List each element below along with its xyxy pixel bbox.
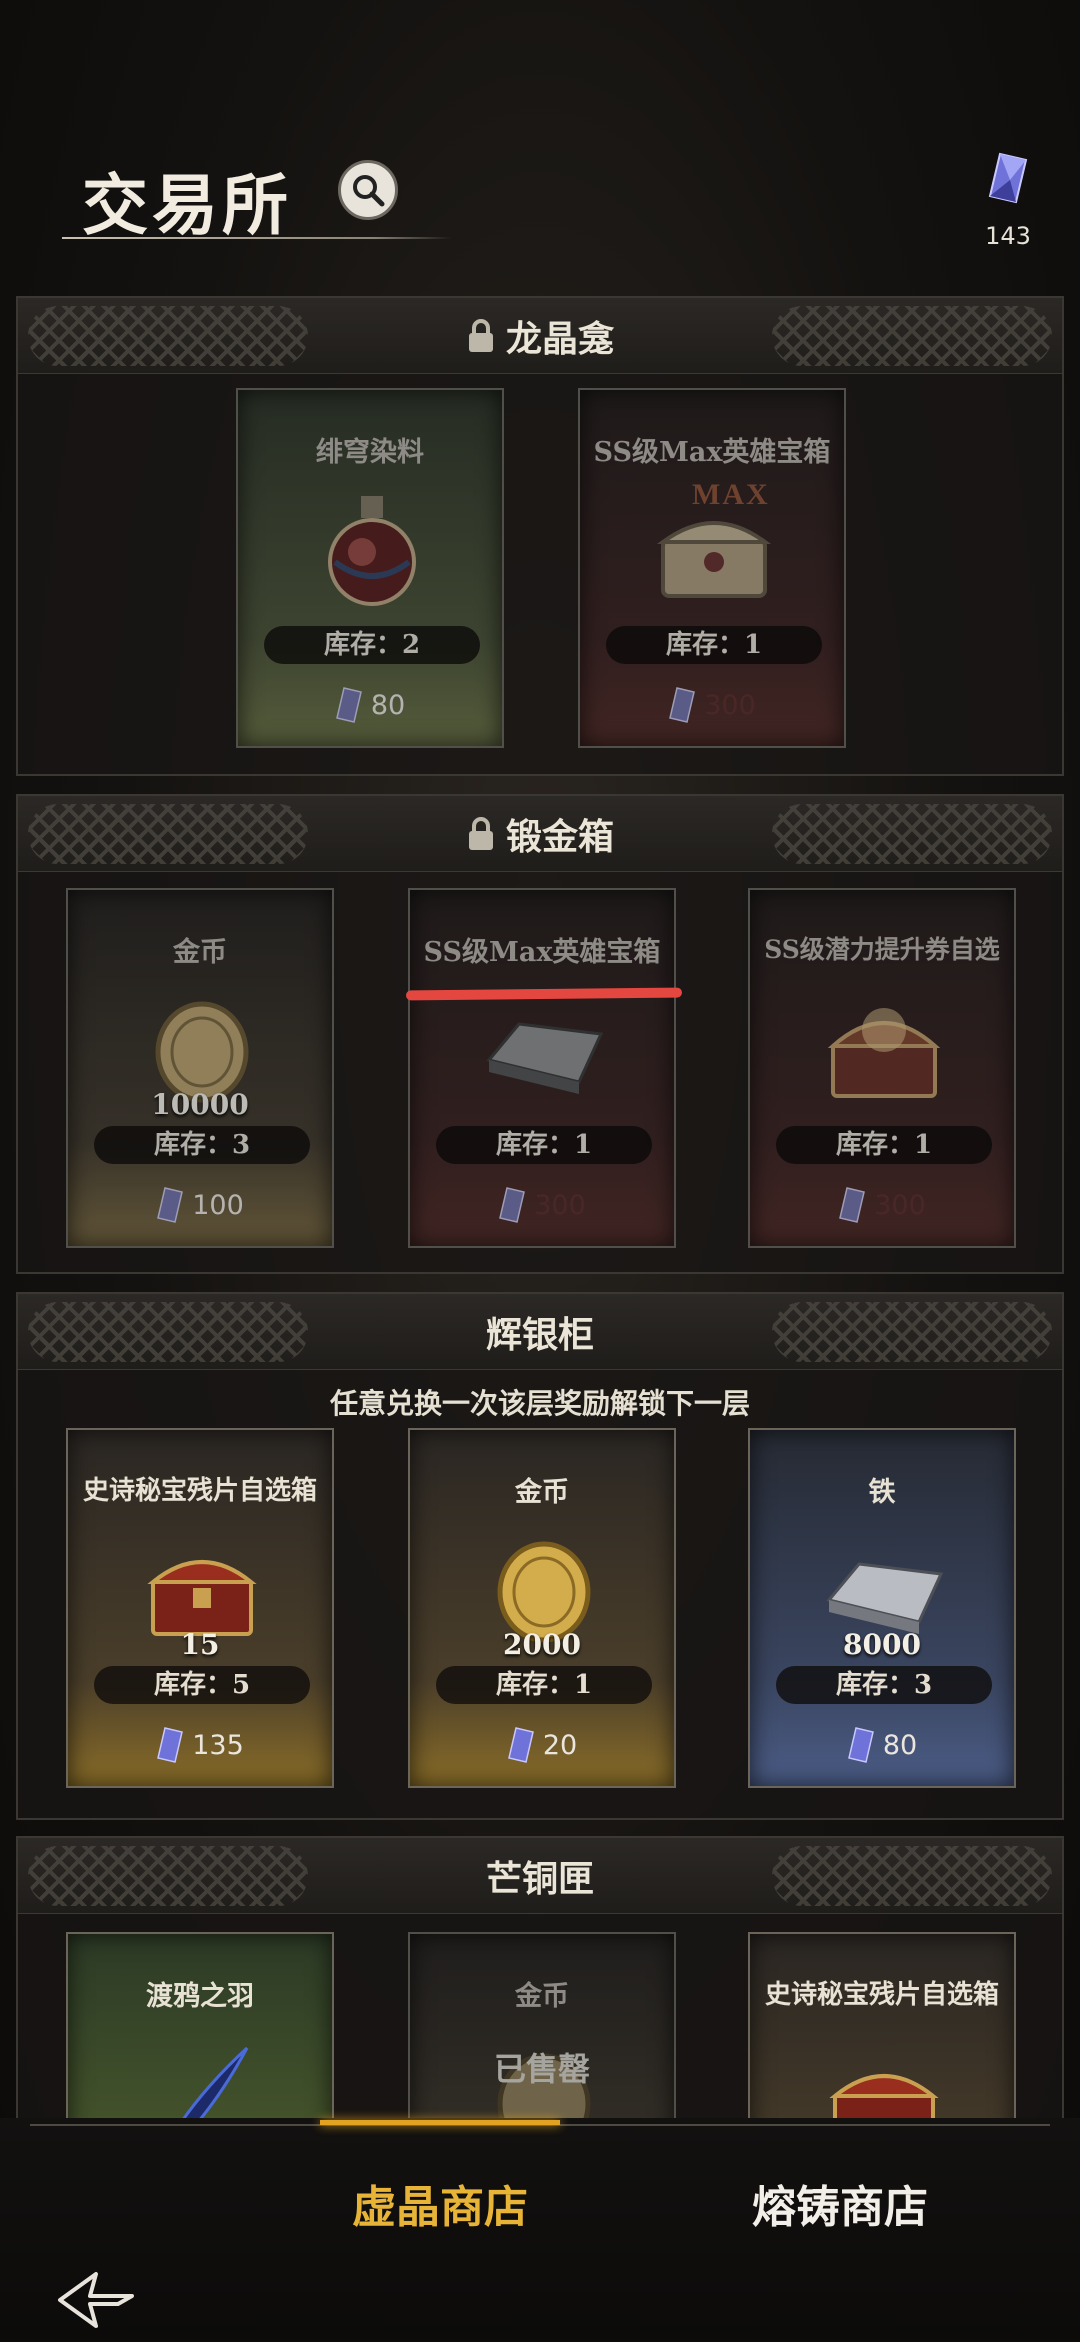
header: 交易所 143 <box>0 0 1080 290</box>
panel-title: 锻金箱 <box>505 816 614 858</box>
lock-icon <box>468 319 493 352</box>
crystal-gem-icon <box>157 1727 184 1763</box>
price-value: 300 <box>534 1189 586 1221</box>
item-name: 史诗秘宝残片自选箱 <box>82 1476 317 1506</box>
crystal-gem-icon <box>988 152 1028 204</box>
price: 80 <box>238 686 502 724</box>
panel-title: 辉银柜 <box>485 1314 594 1356</box>
panel-header: 辉银柜 <box>18 1294 1062 1370</box>
price-value: 300 <box>704 689 756 721</box>
crystal-gem-icon <box>847 1727 874 1763</box>
crystal-gem-icon <box>335 687 362 723</box>
item-name: 渡鸦之羽 <box>146 1981 254 2012</box>
crystal-gem-icon <box>499 1187 526 1223</box>
panel-header: 锻金箱 <box>18 796 1062 872</box>
crystal-gem-icon <box>669 687 696 723</box>
stock-label: 库存：3 <box>776 1666 992 1704</box>
epic-chest-icon <box>829 2074 939 2124</box>
panel-radiant-silver-cabinet: 辉银柜 任意兑换一次该层奖励解锁下一层 史诗秘宝残片自选箱 15 库存：5 13… <box>16 1292 1064 1820</box>
shop-item-card[interactable]: 绯穹染料 库存：2 80 <box>236 388 504 748</box>
stock-label: 库存：1 <box>436 1666 652 1704</box>
search-button[interactable] <box>338 160 398 220</box>
shop-item-card[interactable]: 史诗秘宝残片自选箱 15 库存：5 135 <box>66 1428 334 1788</box>
panel-header: 芒铜匣 <box>18 1838 1062 1914</box>
sold-out-label: 已售罄 <box>493 2050 590 2088</box>
item-name: 金币 <box>173 937 227 968</box>
price-value: 80 <box>370 689 406 721</box>
price: 20 <box>410 1726 674 1764</box>
search-icon <box>353 175 385 207</box>
item-quantity: 10000 <box>151 1088 249 1121</box>
price-value: 300 <box>874 1189 926 1221</box>
shop-item-card[interactable]: SS级Max英雄宝箱 MAX 库存：1 300 <box>578 388 846 748</box>
shop-item-card[interactable]: 金币 已售罄 <box>408 1932 676 2124</box>
item-quantity: 2000 <box>503 1628 581 1661</box>
tab-forge-shop[interactable]: 熔铸商店 <box>690 2148 990 2268</box>
item-name: SS级Max英雄宝箱 <box>593 437 831 468</box>
panel-title: 龙晶龛 <box>505 318 614 360</box>
shop-item-card[interactable]: SS级潜力提升券自选 库存：1 300 <box>748 888 1016 1248</box>
stock-label: 库存：1 <box>776 1126 992 1164</box>
page-title: 交易所 <box>82 166 292 244</box>
shop-item-card[interactable]: 金币 10000 库存：3 100 <box>66 888 334 1248</box>
item-quantity: 8000 <box>843 1628 921 1661</box>
item-quantity: 15 <box>180 1628 220 1661</box>
potion-icon <box>328 496 416 606</box>
price: 135 <box>68 1726 332 1764</box>
shop-item-card[interactable]: 铁 8000 库存：3 80 <box>748 1428 1016 1788</box>
item-name: 金币 <box>515 1477 569 1508</box>
panel-forge-gold-box: 锻金箱 金币 10000 库存：3 100 SS级Max英雄宝箱 库存：1 30… <box>16 794 1064 1274</box>
crystal-amount: 143 <box>985 222 1031 250</box>
shop-item-card[interactable]: SS级Max英雄宝箱 库存：1 300 <box>408 888 676 1248</box>
crystal-gem-icon <box>507 1727 534 1763</box>
tab-crystal-shop[interactable]: 虚晶商店 <box>290 2120 590 2268</box>
item-name: 金币 <box>515 1981 569 2012</box>
stock-label: 库存：1 <box>436 1126 652 1164</box>
shop-item-card[interactable]: 金币 2000 库存：1 20 <box>408 1428 676 1788</box>
panel-dragon-crystal-shrine: 龙晶龛 绯穹染料 库存：2 80 SS级Max英雄宝箱 MAX 库存：1 300 <box>16 296 1064 776</box>
title-divider <box>62 237 452 239</box>
panel-header: 龙晶龛 <box>18 298 1062 374</box>
shop-item-card[interactable]: 史诗秘宝残片自选箱 <box>748 1932 1016 2124</box>
stock-label: 库存：3 <box>94 1126 310 1164</box>
item-name: 绯穹染料 <box>316 437 424 468</box>
panel-brass-casket: 芒铜匣 渡鸦之羽 金币 已售罄 史诗秘宝残片自选箱 <box>16 1836 1064 2126</box>
crystal-gem-icon <box>157 1187 184 1223</box>
price-value: 100 <box>192 1189 244 1221</box>
price-value: 20 <box>542 1729 578 1761</box>
item-name: 史诗秘宝残片自选箱 <box>764 1980 999 2010</box>
treasure-chest-icon <box>827 1008 941 1098</box>
price: 300 <box>410 1186 674 1224</box>
stock-label: 库存：2 <box>264 626 480 664</box>
raven-feather-icon <box>178 2046 249 2124</box>
shop-item-card[interactable]: 渡鸦之羽 <box>66 1932 334 2124</box>
price: 300 <box>580 686 844 724</box>
price-value: 80 <box>882 1729 918 1761</box>
stock-label: 库存：5 <box>94 1666 310 1704</box>
panel-title: 芒铜匣 <box>485 1858 594 1900</box>
item-name: SS级潜力提升券自选 <box>764 935 1000 964</box>
iron-ingot-icon <box>486 1022 604 1094</box>
price: 80 <box>750 1726 1014 1764</box>
back-arrow-icon[interactable] <box>56 2268 136 2332</box>
price-value: 135 <box>192 1729 244 1761</box>
hero-chest-icon <box>656 521 772 598</box>
item-name: 铁 <box>868 1477 896 1508</box>
stock-label: 库存：1 <box>606 626 822 664</box>
unlock-hint: 任意兑换一次该层奖励解锁下一层 <box>329 1387 750 1420</box>
price: 300 <box>750 1186 1014 1224</box>
item-name: SS级Max英雄宝箱 <box>423 937 661 968</box>
crystal-currency[interactable]: 143 <box>978 150 1038 250</box>
price: 100 <box>68 1186 332 1224</box>
lock-icon <box>468 817 493 850</box>
crystal-gem-icon <box>839 1187 866 1223</box>
